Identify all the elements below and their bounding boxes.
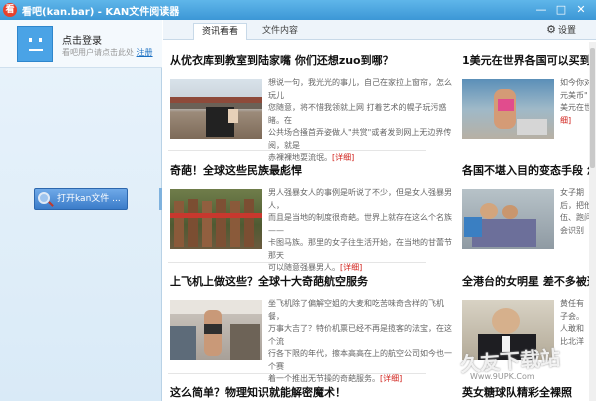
- article-summary: 想说一句，我光光的事儿，自己在家拉上窗帘，怎么玩儿 您随意，将不惜我领就上网 打…: [268, 77, 458, 165]
- avatar[interactable]: [17, 26, 53, 62]
- article-title[interactable]: 各国不堪入目的变态手段 怎: [462, 162, 589, 178]
- article-title[interactable]: 英女糖球队精彩全裸照: [462, 384, 572, 400]
- search-icon: [38, 192, 50, 204]
- article-title[interactable]: 上飞机上做这些？全球十大奇葩航空服务: [170, 273, 368, 289]
- article-thumbnail[interactable]: [170, 300, 262, 360]
- login-tip-text: 看吧用户请点击此处: [62, 48, 134, 57]
- summary-line: 想说一句，我光光的事儿，自己在家拉上窗帘，怎么玩儿: [268, 78, 452, 100]
- summary-line: 着一个推出无节操的奇葩服务。: [268, 374, 380, 383]
- article-title[interactable]: 1美元在世界各国可以买到啥: [462, 52, 589, 68]
- article-title[interactable]: 这么简单？物理知识就能解密魔术！: [170, 384, 346, 400]
- detail-link[interactable]: [详细]: [380, 374, 402, 383]
- summary-line: 比北洋: [560, 336, 584, 346]
- summary-line: 美元在世: [560, 103, 589, 112]
- settings-label: 设置: [557, 26, 576, 36]
- open-kan-file-label: 打开kan文件 ...: [57, 194, 121, 204]
- summary-line: 女子期: [560, 188, 584, 197]
- article-summary: 女子期 后，把他 伍、跑问 会识别: [560, 187, 589, 237]
- close-button[interactable]: ✕: [572, 1, 590, 18]
- summary-line: 而且是当地的制度很奇葩。世界上就存在这么个名族——: [268, 213, 452, 235]
- gear-icon: ⚙: [546, 23, 556, 36]
- summary-line: 行各下限的年代，擦本高高在上的航空公司如今也一个赛: [268, 349, 452, 371]
- article-card[interactable]: 上飞机上做这些？全球十大奇葩航空服务 坐飞机除了偏解空姐的大麦和吃苦味奇含样的飞…: [170, 273, 460, 383]
- summary-line: 赤裸裸地耍流氓。: [268, 153, 332, 162]
- summary-line: 您随意，将不惜我领就上网 打着艺术的幌子玩污惑睹。在: [268, 103, 447, 125]
- detail-link[interactable]: [详细]: [340, 263, 362, 272]
- avatar-eye: [39, 38, 42, 42]
- scrollbar-thumb[interactable]: [590, 48, 595, 168]
- minimize-button[interactable]: —: [532, 1, 550, 18]
- summary-line: 人敢和: [560, 324, 584, 333]
- tab-bar: 资讯看看 文件内容 ⚙ 设置: [163, 20, 596, 40]
- sidebar-collapse-handle[interactable]: [159, 188, 162, 210]
- detail-link[interactable]: [详细]: [332, 153, 354, 162]
- summary-line: 男人强暴女人的事例是听说了不少，但是女人强暴男人，: [268, 188, 452, 210]
- summary-line: 坐飞机除了偏解空姐的大麦和吃苦味奇含样的飞机餐，: [268, 299, 444, 321]
- tab-file-content[interactable]: 文件内容: [253, 23, 307, 40]
- user-box: 点击登录 看吧用户请点击此处 注册: [0, 20, 162, 68]
- article-card[interactable]: 1美元在世界各国可以买到啥 如今你对 元美币" 美元在世 细]: [462, 52, 589, 152]
- article-card[interactable]: 各国不堪入目的变态手段 怎 女子期 后，把他 伍、跑问 会识别: [462, 162, 589, 262]
- divider: [168, 373, 426, 374]
- login-link[interactable]: 点击登录: [62, 32, 102, 47]
- watermark-url: Www.9UPK.Com: [470, 372, 535, 381]
- article-card[interactable]: 从优衣库到教室到陆家嘴 你们还想zuo到哪？ 想说一句，我光光的事儿，自己在家拉…: [170, 52, 460, 162]
- article-thumbnail[interactable]: [170, 79, 262, 139]
- divider: [168, 150, 426, 151]
- detail-link[interactable]: 细]: [560, 116, 571, 125]
- avatar-eye: [29, 38, 32, 42]
- article-card[interactable]: 这么简单？物理知识就能解密魔术！: [170, 384, 460, 401]
- open-kan-file-button[interactable]: 打开kan文件 ...: [34, 188, 128, 210]
- summary-line: 可以随意强暴男人。: [268, 263, 340, 272]
- login-tip: 看吧用户请点击此处 注册: [62, 47, 153, 58]
- app-logo-icon: 看: [3, 3, 17, 17]
- summary-line: 公共场合搔首弄姿做人"共赏"或者发到网上无边界传阅，就是: [268, 128, 452, 150]
- article-thumbnail[interactable]: [462, 79, 554, 139]
- vertical-scrollbar[interactable]: [589, 42, 596, 401]
- register-link[interactable]: 注册: [137, 48, 153, 57]
- maximize-button[interactable]: □: [552, 1, 570, 18]
- summary-line: 后，把他: [560, 200, 589, 210]
- summary-line: 元美币": [560, 90, 588, 100]
- article-summary: 黄任有 子会。 人敢和 比北洋: [560, 298, 589, 348]
- summary-line: 伍、跑问: [560, 213, 589, 222]
- article-title[interactable]: 从优衣库到教室到陆家嘴 你们还想zuo到哪？: [170, 52, 394, 68]
- article-thumbnail[interactable]: [170, 189, 262, 249]
- summary-line: 如今你对: [560, 78, 589, 87]
- left-sidebar: 点击登录 看吧用户请点击此处 注册 打开kan文件 ...: [0, 20, 162, 401]
- article-card[interactable]: 英女糖球队精彩全裸照: [462, 384, 589, 401]
- article-title[interactable]: 奇葩！全球这些民族最彪悍: [170, 162, 302, 178]
- article-title[interactable]: 全港台的女明星 差不多被这: [462, 273, 589, 289]
- window-title: 看吧(kan.bar) - KAN文件阅读器: [22, 7, 180, 18]
- avatar-mouth: [29, 49, 43, 51]
- tab-news[interactable]: 资讯看看: [193, 23, 247, 40]
- settings-button[interactable]: ⚙ 设置: [546, 23, 576, 36]
- title-bar: 看 看吧(kan.bar) - KAN文件阅读器 — □ ✕: [0, 0, 596, 20]
- article-card[interactable]: 奇葩！全球这些民族最彪悍 男人强暴女人的事例是听说了不少，但是女人强暴男人， 而…: [170, 162, 460, 272]
- article-thumbnail[interactable]: [462, 189, 554, 249]
- summary-line: 黄任有: [560, 299, 584, 308]
- article-summary: 如今你对 元美币" 美元在世 细]: [560, 77, 589, 127]
- summary-line: 会识别: [560, 225, 584, 235]
- summary-line: 子会。: [560, 311, 584, 321]
- summary-line: 万事大吉了？特价机票已经不再是揽客的法宝，在这个流: [268, 324, 452, 346]
- summary-line: 卡图马族。那里的女子往生活开始，在当地的甘蕾节那天: [268, 238, 452, 260]
- divider: [168, 262, 426, 263]
